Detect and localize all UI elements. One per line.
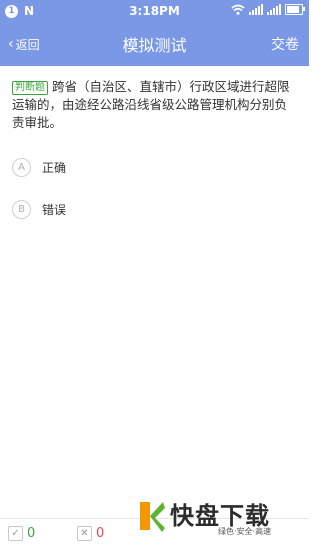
brand-logo-icon (140, 502, 165, 532)
option-a-circle: A (12, 158, 31, 177)
check-icon: ✓ (8, 526, 23, 541)
app-notification-icon: N (24, 4, 35, 18)
question-type-tag: 判断题 (12, 81, 48, 95)
watermark: 快盘下载 绿色·安全·高速 (136, 496, 306, 546)
option-b-circle: B (12, 200, 31, 219)
option-a[interactable]: A 正确 (12, 158, 66, 177)
correct-count-value: 0 (27, 526, 36, 541)
cross-icon: ✕ (77, 526, 92, 541)
back-label: 返回 (15, 37, 40, 52)
option-b[interactable]: B 错误 (12, 200, 66, 219)
signal-icon (249, 4, 263, 15)
wrong-count-value: 0 (96, 526, 105, 541)
notification-badge-icon: 1 (5, 4, 18, 18)
wifi-icon (231, 4, 245, 15)
chevron-left-icon: ‹ (8, 36, 14, 52)
submit-exam-button[interactable]: 交卷 (271, 22, 299, 66)
correct-count[interactable]: ✓ 0 (8, 526, 35, 541)
battery-icon (285, 4, 305, 15)
nav-bar: ‹ 返回 模拟测试 交卷 (0, 22, 309, 66)
question-text-block: 判断题 跨省（自治区、直辖市）行政区域进行超限运输的，由途经公路沿线省级公路管理机… (12, 78, 297, 132)
wrong-count[interactable]: ✕ 0 (77, 526, 104, 541)
page-title: 模拟测试 (122, 36, 187, 55)
watermark-slogan: 绿色·安全·高速 (218, 527, 272, 536)
question-text: 跨省（自治区、直辖市）行政区域进行超限运输的，由途经公路沿线省级公路管理机构分别… (12, 79, 290, 130)
option-b-label: 错误 (42, 203, 67, 217)
signal-icon-2 (267, 4, 281, 15)
status-left: 1 N (0, 4, 34, 18)
option-a-label: 正确 (42, 161, 67, 175)
status-bar: 1 N 3:18PM (0, 0, 309, 22)
back-button[interactable]: ‹ 返回 (8, 22, 40, 66)
status-right (231, 4, 305, 15)
